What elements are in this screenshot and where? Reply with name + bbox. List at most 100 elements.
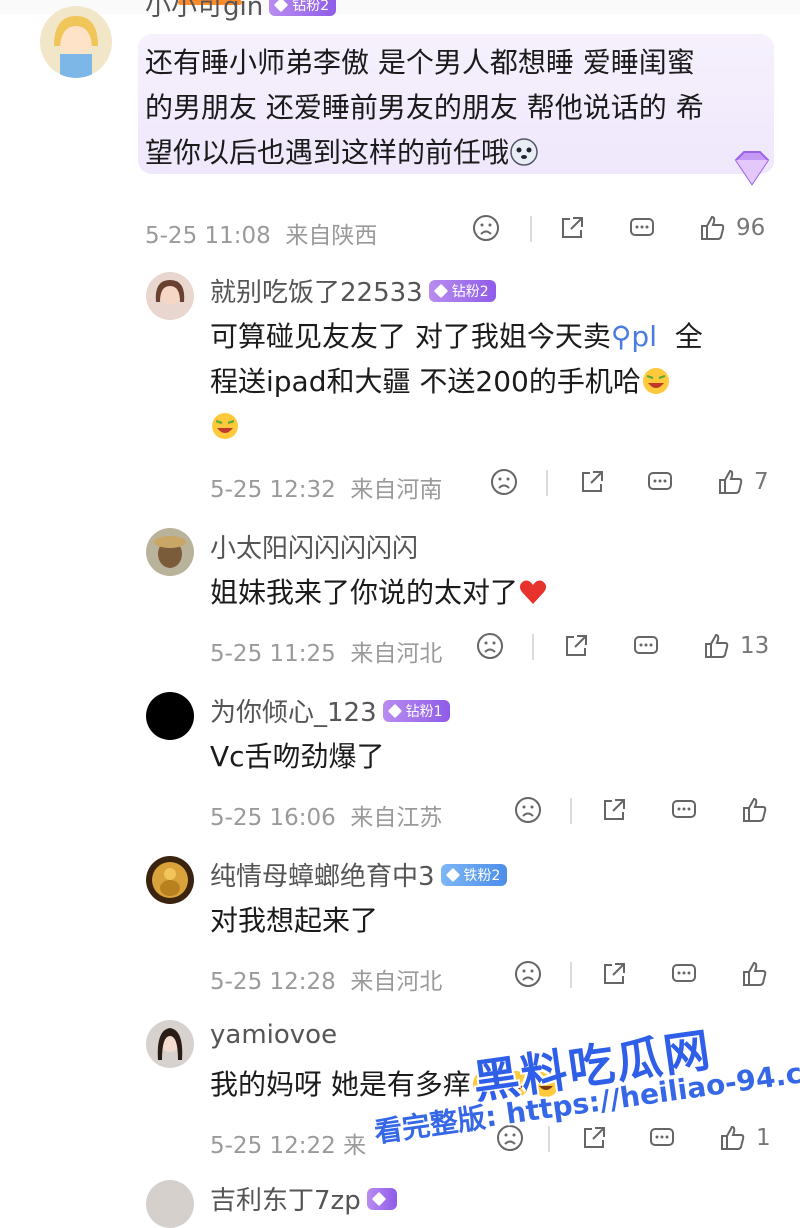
reply-button[interactable] — [632, 632, 660, 660]
comment-line: 程送ipad和大疆 不送200的手机哈 — [210, 365, 641, 398]
reply-button[interactable] — [670, 796, 698, 824]
username-text[interactable]: 小小可gin — [145, 0, 263, 22]
dislike-button[interactable] — [514, 796, 542, 824]
comment-date: 5-25 12:22 — [210, 1133, 336, 1159]
like-button[interactable]: 96 — [698, 214, 765, 242]
avatar[interactable] — [146, 528, 194, 576]
comment-username[interactable]: 纯情母蟑螂绝育中3 铁粉2 — [210, 856, 508, 893]
comment-line: Vc舌吻劲爆了 — [210, 740, 385, 773]
divider — [530, 216, 532, 242]
comment-date: 5-25 16:06 — [210, 805, 336, 831]
divider — [532, 634, 534, 660]
comment-username[interactable]: 小小可gin 钻粉2 — [145, 0, 337, 23]
like-button[interactable] — [740, 960, 778, 988]
comment-username[interactable]: 吉利东丁7zp — [210, 1180, 397, 1217]
share-icon — [566, 635, 587, 656]
comment-item: 纯情母蟑螂绝育中3 铁粉2 对我想起来了 5-25 12:28 来自河北 — [0, 850, 800, 1010]
username-text[interactable]: 纯情母蟑螂绝育中3 — [210, 862, 435, 892]
comment-username[interactable]: yamiovoe — [210, 1020, 337, 1050]
reply-button[interactable] — [670, 960, 698, 988]
username-text[interactable]: 就别吃饭了22533 — [210, 278, 423, 308]
fan-badge: 钻粉2 — [269, 0, 337, 16]
comment-location: 来自河北 — [350, 969, 443, 995]
like-button[interactable]: 7 — [716, 468, 769, 496]
comment-item: 小太阳闪闪闪闪闪 姐妹我来了你说的太对了 5-25 11:25 来自河北 13 — [0, 522, 800, 682]
share-icon — [584, 1127, 605, 1148]
fan-badge — [366, 1187, 397, 1210]
comment-bubble-icon — [648, 472, 672, 490]
crying-laughing-emoji-icon — [642, 368, 669, 394]
reply-button[interactable] — [648, 1124, 676, 1152]
red-heart-icon — [519, 580, 547, 604]
diamond-icon — [274, 0, 289, 12]
avatar[interactable] — [146, 692, 194, 740]
comment-location: 来自陕西 — [285, 223, 378, 249]
comment-username[interactable]: 小太阳闪闪闪闪闪 — [210, 528, 418, 565]
share-icon — [582, 471, 603, 492]
diamond-fan-icon — [734, 151, 770, 186]
dislike-button[interactable] — [514, 960, 542, 988]
comment-text: 还有睡小师弟李傲 是个男人都想睡 爱睡闺蜜 的男朋友 还爱睡前男友的朋友 帮他说… — [145, 40, 775, 175]
like-button[interactable] — [740, 796, 778, 824]
comment-location: 来自河北 — [350, 641, 443, 667]
like-count: 7 — [754, 469, 769, 495]
frown-face-icon — [477, 633, 503, 659]
like-button[interactable]: 1 — [718, 1124, 771, 1152]
comment-username[interactable]: 就别吃饭了22533 钻粉2 — [210, 272, 496, 309]
comment-text: 可算碰见友友了 对了我姐今天卖⚲pl 全 程送ipad和大疆 不送200的手机哈 — [210, 314, 780, 449]
comment-line: 还有睡小师弟李傲 是个男人都想睡 爱睡闺蜜 — [145, 46, 695, 79]
share-button[interactable] — [558, 214, 586, 242]
share-icon — [562, 217, 583, 238]
avatar[interactable] — [146, 1180, 194, 1228]
badge-label: 钻粉1 — [405, 703, 443, 720]
divider — [546, 470, 548, 496]
dislike-button[interactable] — [490, 468, 518, 496]
dislike-button[interactable] — [476, 632, 504, 660]
share-button[interactable] — [580, 1124, 608, 1152]
like-count: 96 — [736, 215, 766, 241]
username-text[interactable]: 吉利东丁7zp — [210, 1186, 361, 1216]
share-button[interactable] — [600, 796, 628, 824]
comment-line: 对我想起来了 — [210, 904, 379, 937]
badge-label: 铁粉2 — [463, 867, 501, 884]
avatar[interactable] — [40, 6, 112, 78]
comment-text: 对我想起来了 — [210, 898, 780, 943]
reply-button[interactable] — [646, 468, 674, 496]
comment-bubble-icon — [650, 1128, 674, 1146]
diamond-icon — [433, 283, 448, 298]
frown-face-icon — [515, 797, 541, 823]
comment-line: 姐妹我来了你说的太对了 — [210, 576, 519, 609]
comment-meta: 5-25 11:25 来自河北 — [210, 634, 442, 668]
share-button[interactable] — [600, 960, 628, 988]
reply-button[interactable] — [628, 214, 656, 242]
thumbs-up-icon — [743, 797, 767, 822]
thumbs-up-icon — [705, 633, 729, 658]
comment-bubble-icon — [672, 800, 696, 818]
like-button[interactable]: 13 — [702, 632, 769, 660]
comment-bubble-icon — [634, 636, 658, 654]
avatar[interactable] — [146, 272, 194, 320]
username-text[interactable]: 小太阳闪闪闪闪闪 — [210, 534, 418, 564]
comment-date: 5-25 11:25 — [210, 641, 336, 667]
username-text[interactable]: 为你倾心_123 — [210, 698, 377, 728]
comment-meta: 5-25 16:06 来自江苏 — [210, 798, 442, 832]
comment-username[interactable]: 为你倾心_123 钻粉1 — [210, 692, 450, 729]
dislike-button[interactable] — [472, 214, 500, 242]
frown-face-icon — [491, 469, 517, 495]
comment-meta: 5-25 12:32 来自河南 — [210, 470, 442, 504]
search-link[interactable]: ⚲pl — [611, 320, 657, 353]
fan-badge: 铁粉2 — [440, 863, 508, 886]
husky-emoji-icon — [510, 138, 538, 166]
comment-meta: 5-25 12:28 来自河北 — [210, 962, 442, 996]
thumbs-up-icon — [719, 469, 743, 494]
search-term[interactable]: pl — [631, 320, 657, 353]
share-button[interactable] — [562, 632, 590, 660]
comment-date: 5-25 12:28 — [210, 969, 336, 995]
avatar[interactable] — [146, 1020, 194, 1068]
divider — [570, 798, 572, 824]
fan-badge: 钻粉2 — [428, 279, 496, 302]
username-text[interactable]: yamiovoe — [210, 1020, 337, 1050]
avatar[interactable] — [146, 856, 194, 904]
share-button[interactable] — [578, 468, 606, 496]
comment-item: 为你倾心_123 钻粉1 Vc舌吻劲爆了 5-25 16:06 来自江苏 — [0, 686, 800, 846]
